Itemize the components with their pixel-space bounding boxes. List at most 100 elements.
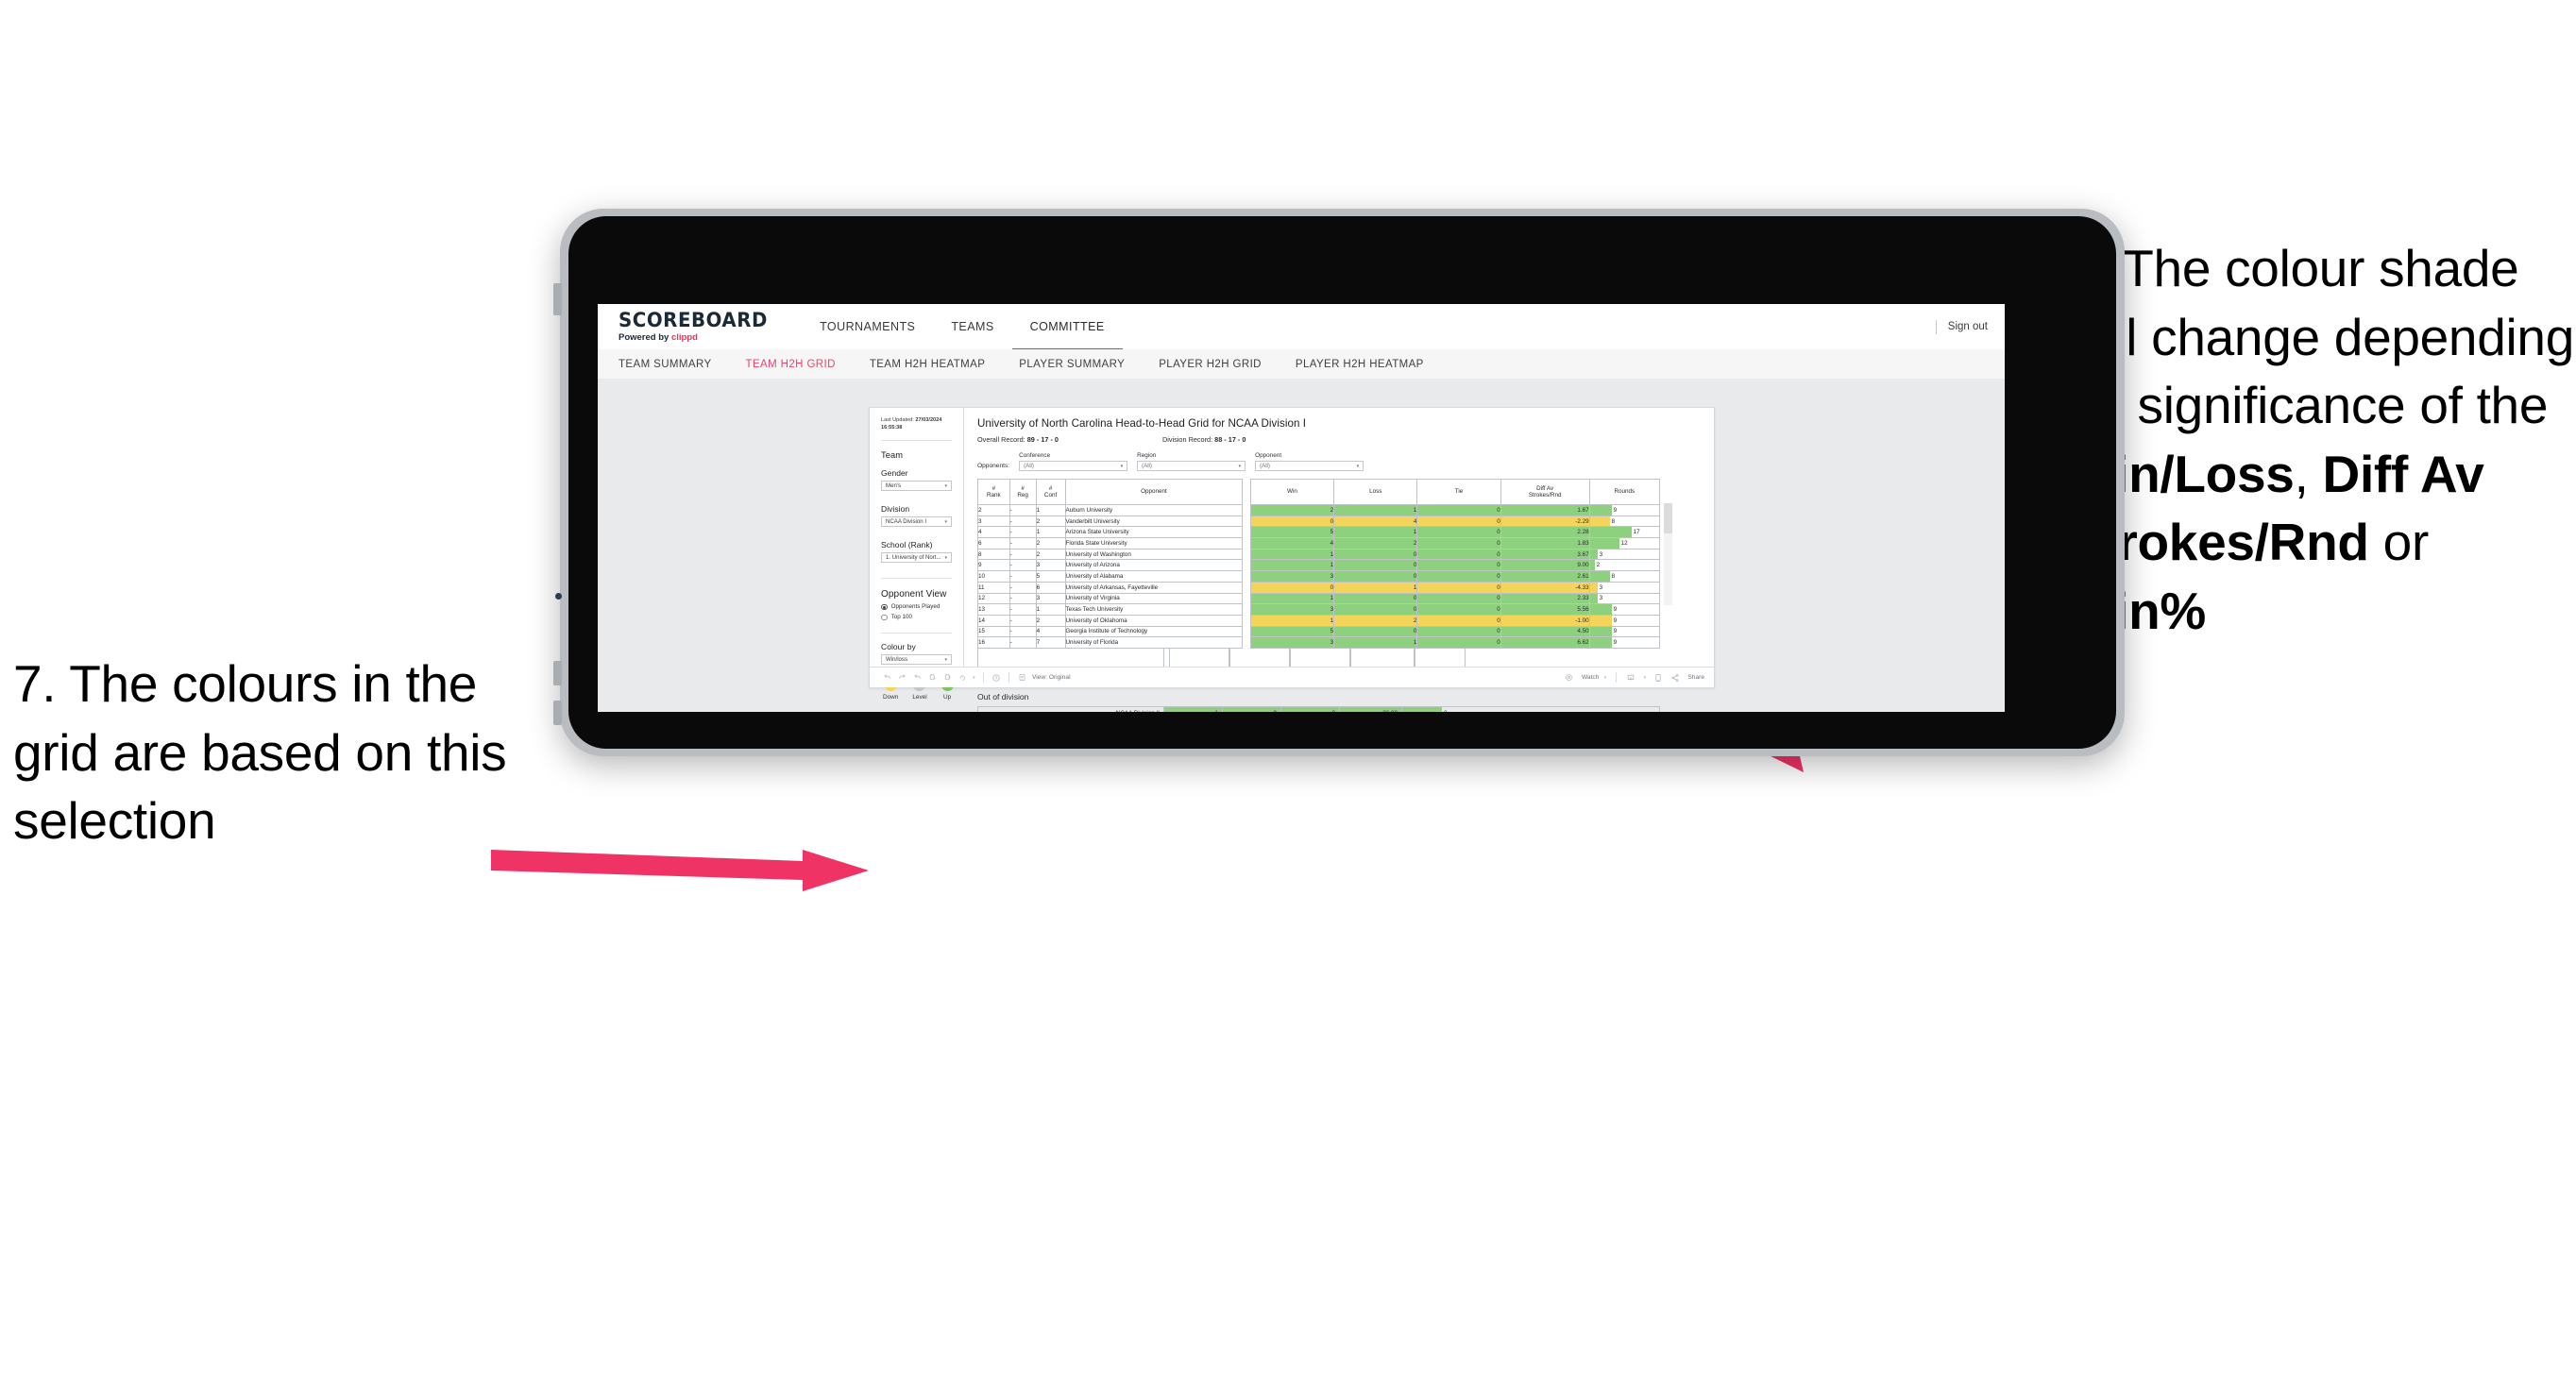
division-select[interactable]: NCAA Division I ▾	[881, 516, 952, 528]
subnav-item-player-h2h-grid[interactable]: PLAYER H2H GRID	[1159, 359, 1262, 370]
table-row[interactable]: 15-4 Georgia Institute of Technology 5 0 0 4.…	[977, 625, 1661, 638]
device-button-volume-down[interactable]	[553, 701, 562, 725]
team-section-heading: Team	[881, 450, 904, 461]
cell-loss: 2	[1333, 537, 1418, 549]
topnav-item-committee[interactable]: COMMITTEE	[1011, 304, 1123, 351]
rounds-bar	[1589, 549, 1598, 560]
brand-logo[interactable]: SCOREBOARD Powered by clippd	[598, 304, 802, 349]
table-row[interactable]: 8-2 University of Washington 1 0 0 3.67 3	[977, 548, 1661, 561]
cell-gap	[1242, 516, 1251, 527]
cell-gap	[1242, 615, 1251, 627]
subnav-item-team-h2h-heatmap[interactable]: TEAM H2H HEATMAP	[870, 359, 985, 370]
app-screen: SCOREBOARD Powered by clippd TOURNAMENTS…	[598, 304, 2005, 712]
share-label[interactable]: Share	[1687, 674, 1704, 681]
arrow-left-pointer	[491, 850, 869, 891]
table-row[interactable]: 2-1 Auburn University 2 1 0 1.67 9	[977, 504, 1661, 516]
table-row[interactable]: 9-3 University of Arizona 1 0 0 9.00 2	[977, 559, 1661, 572]
toolbar-dropdown-caret-icon[interactable]: ▾	[970, 670, 978, 685]
redo-arrow-icon[interactable]	[955, 670, 970, 685]
cell-opponent: Georgia Institute of Technology	[1064, 625, 1244, 638]
cell-gap	[1242, 549, 1251, 560]
view-original-label[interactable]: View: Original	[1032, 674, 1071, 681]
device-preview-icon[interactable]	[1651, 670, 1666, 685]
cell-reg: -	[1008, 526, 1037, 539]
table-vertical-scrollbar[interactable]	[1664, 503, 1672, 605]
radio-top-100[interactable]: Top 100	[881, 614, 952, 620]
subnav-item-player-h2h-heatmap[interactable]: PLAYER H2H HEATMAP	[1296, 359, 1424, 370]
cell-conf: 1	[1035, 504, 1066, 516]
cell-conf: 7	[1035, 636, 1066, 649]
annotation-right-plain-1: 8. The colour shade will change dependin…	[2066, 239, 2575, 435]
subnav-item-team-h2h-grid[interactable]: TEAM H2H GRID	[746, 359, 836, 370]
pause-icon[interactable]	[940, 670, 955, 685]
cell-reg: -	[1008, 559, 1037, 572]
download-caret-icon[interactable]: ▾	[1640, 670, 1649, 685]
chevron-down-icon: ▾	[1238, 463, 1242, 469]
cell-diff: -4.33	[1500, 581, 1590, 594]
watch-caret-icon[interactable]: ▾	[1601, 670, 1609, 685]
cell-gap	[1242, 593, 1251, 604]
rounds-value: 12	[1620, 539, 1628, 547]
undo-icon[interactable]	[879, 670, 894, 685]
cell-loss: 0	[1333, 570, 1418, 583]
last-updated: Last Updated: 27/03/2024 16:55:38	[881, 417, 952, 431]
topnav-item-teams[interactable]: TEAMS	[933, 304, 1011, 349]
table-row[interactable]: 16-7 University of Florida 3 1 0 6.62 9	[977, 636, 1661, 649]
watch-icon[interactable]	[1562, 670, 1577, 685]
filter-opponent-select[interactable]: (All) ▾	[1255, 461, 1364, 471]
table-row[interactable]: 3-2 Vanderbilt University 0 4 0 -2.29 8	[977, 515, 1661, 528]
ood-win: 1	[1163, 706, 1222, 712]
division-label: Division	[881, 504, 910, 515]
subnav-item-team-summary[interactable]: TEAM SUMMARY	[619, 359, 712, 370]
table-row[interactable]: 6-2 Florida State University 4 2 0 1.83 12	[977, 537, 1661, 549]
cell-loss: 0	[1333, 559, 1418, 572]
sign-out-link[interactable]: Sign out	[1948, 321, 1988, 332]
cell-diff: 6.62	[1500, 636, 1590, 649]
cell-win: 1	[1249, 614, 1335, 627]
table-row[interactable]: 10-5 University of Alabama 3 0 0 2.61 8	[977, 570, 1661, 583]
cell-gap	[1242, 526, 1251, 538]
table-body: 2-1 Auburn University 2 1 0 1.67 9 3-2 Vanderbil…	[977, 504, 1661, 649]
view-original-icon[interactable]	[1014, 670, 1029, 685]
dashboard-card: Last Updated: 27/03/2024 16:55:38 Team G…	[869, 407, 1715, 712]
cell-loss: 4	[1333, 515, 1418, 528]
cell-loss: 0	[1333, 592, 1418, 605]
rounds-value: 9	[1613, 506, 1618, 514]
chevron-down-icon: ▾	[1356, 463, 1360, 469]
cell-diff: 2.28	[1500, 526, 1590, 539]
revert-icon[interactable]	[909, 670, 924, 685]
table-row[interactable]: 13-1 Texas Tech University 3 0 0 5.56 9	[977, 603, 1661, 616]
download-icon[interactable]	[1623, 670, 1638, 685]
pause-refresh-icon[interactable]	[989, 670, 1004, 685]
cell-rounds: 3	[1588, 592, 1661, 605]
filter-region: Region (All) ▾	[1137, 452, 1246, 471]
redo-icon[interactable]	[894, 670, 909, 685]
refresh-icon[interactable]	[924, 670, 940, 685]
cell-rounds: 3	[1588, 548, 1661, 561]
filter-region-value: (All)	[1142, 463, 1152, 469]
table-row[interactable]: 14-2 University of Oklahoma 1 2 0 -1.00 9	[977, 614, 1661, 627]
table-row[interactable]: 11-6 University of Arkansas, Fayetteville…	[977, 581, 1661, 594]
topnav-item-tournaments[interactable]: TOURNAMENTS	[802, 304, 933, 349]
table-scrollbar-thumb[interactable]	[1664, 503, 1672, 533]
school-select[interactable]: 1. University of Nort... ▾	[881, 552, 952, 564]
device-button-volume-up[interactable]	[553, 661, 562, 685]
radio-opponents-played[interactable]: Opponents Played	[881, 603, 952, 610]
subnav-item-player-summary[interactable]: PLAYER SUMMARY	[1019, 359, 1125, 370]
table-row[interactable]: 4-1 Arizona State University 5 1 0 2.28 17	[977, 526, 1661, 539]
annotation-left-text: 7. The colours in the grid are based on …	[13, 654, 507, 851]
device-button-top[interactable]	[553, 283, 562, 315]
gender-select[interactable]: Men's ▾	[881, 481, 952, 492]
colour-by-select[interactable]: Win/loss ▾	[881, 654, 952, 666]
cell-conf: 2	[1035, 614, 1066, 627]
cell-conf: 5	[1035, 570, 1066, 583]
share-icon[interactable]	[1668, 670, 1683, 685]
rounds-bar	[1589, 571, 1610, 582]
cell-rounds: 17	[1588, 526, 1661, 539]
watch-label[interactable]: Watch	[1582, 674, 1599, 681]
table-row[interactable]: 12-3 University of Virginia 1 0 0 2.33 3	[977, 592, 1661, 605]
filter-region-select[interactable]: (All) ▾	[1137, 461, 1246, 471]
filter-conference-select[interactable]: (All) ▾	[1019, 461, 1128, 471]
cell-gap	[1242, 570, 1251, 583]
filter-conference-label: Conference	[1019, 452, 1051, 459]
